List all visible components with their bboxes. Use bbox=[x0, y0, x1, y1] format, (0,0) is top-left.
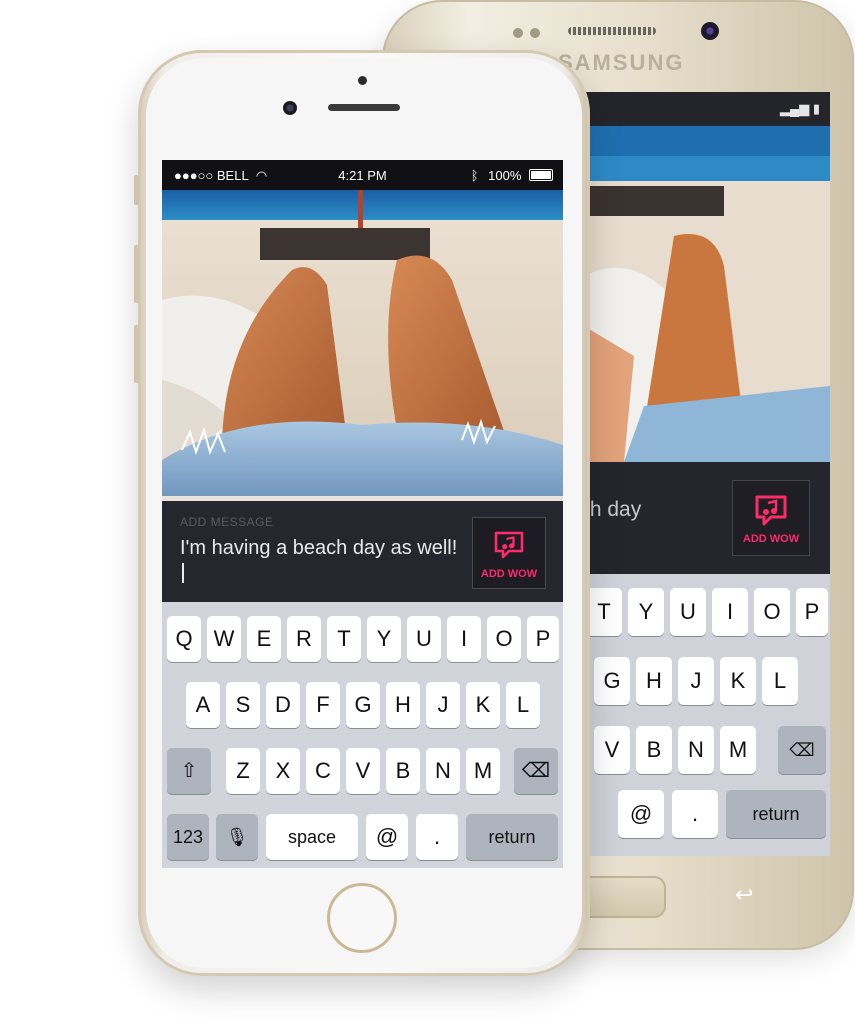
microphone-icon[interactable]: 🎙 bbox=[216, 814, 258, 860]
key-v[interactable]: V bbox=[346, 748, 380, 794]
space-key[interactable]: space bbox=[266, 814, 358, 860]
key-t[interactable]: T bbox=[327, 616, 361, 662]
iphone-home-button[interactable] bbox=[327, 883, 397, 953]
iphone-screen: ●●●○○ BELL ◠ 4:21 PM ᛒ 100% ADD MESSAGE … bbox=[162, 160, 563, 868]
samsung-key[interactable]: T bbox=[586, 588, 622, 636]
key-u[interactable]: U bbox=[407, 616, 441, 662]
message-composer: ADD MESSAGE I'm having a beach day as we… bbox=[162, 501, 563, 602]
music-bubble-icon bbox=[494, 531, 524, 559]
key-x[interactable]: X bbox=[266, 748, 300, 794]
iphone-front-camera-icon bbox=[283, 101, 297, 115]
iphone-volume-up bbox=[134, 245, 139, 303]
samsung-key[interactable]: V bbox=[594, 726, 630, 774]
samsung-key[interactable]: Y bbox=[628, 588, 664, 636]
key-y[interactable]: Y bbox=[367, 616, 401, 662]
key-z[interactable]: Z bbox=[226, 748, 260, 794]
samsung-beach-photo bbox=[584, 126, 830, 462]
key-f[interactable]: F bbox=[306, 682, 340, 728]
battery-icon bbox=[529, 169, 553, 181]
key-q[interactable]: Q bbox=[167, 616, 201, 662]
key-l[interactable]: L bbox=[506, 682, 540, 728]
key-w[interactable]: W bbox=[207, 616, 241, 662]
text-cursor bbox=[182, 563, 184, 583]
key-e[interactable]: E bbox=[247, 616, 281, 662]
key-k[interactable]: K bbox=[466, 682, 500, 728]
battery-group: ᛒ 100% bbox=[471, 168, 553, 183]
key-h[interactable]: H bbox=[386, 682, 420, 728]
iphone-sensor bbox=[358, 76, 367, 85]
message-text: I'm having a beach day as well! bbox=[180, 537, 458, 559]
samsung-message-text[interactable]: th day bbox=[584, 498, 641, 522]
dot-key[interactable]: . bbox=[416, 814, 458, 860]
at-key[interactable]: @ bbox=[366, 814, 408, 860]
backspace-icon[interactable]: ⌫ bbox=[514, 748, 558, 794]
key-m[interactable]: M bbox=[466, 748, 500, 794]
samsung-add-wow-button[interactable]: ADD WOW bbox=[732, 480, 810, 556]
samsung-key[interactable]: M bbox=[720, 726, 756, 774]
key-i[interactable]: I bbox=[447, 616, 481, 662]
samsung-back-icon[interactable]: ↩ bbox=[735, 882, 753, 908]
numbers-key[interactable]: 123 bbox=[167, 814, 209, 860]
samsung-key[interactable]: L bbox=[762, 657, 798, 705]
key-a[interactable]: A bbox=[186, 682, 220, 728]
key-o[interactable]: O bbox=[487, 616, 521, 662]
samsung-screen: ▂▄▆ ▮ th day ADD WOW T Y U I O P G H J K bbox=[584, 92, 830, 856]
samsung-key[interactable]: O bbox=[754, 588, 790, 636]
iphone-mute-switch bbox=[134, 175, 139, 205]
samsung-signal-battery-icon: ▂▄▆ ▮ bbox=[780, 101, 820, 116]
return-key[interactable]: return bbox=[466, 814, 558, 860]
add-message-label: ADD MESSAGE bbox=[180, 515, 274, 529]
samsung-key[interactable]: B bbox=[636, 726, 672, 774]
keyboard: Q W E R T Y U I O P A S D F G H J K L ⇧ … bbox=[162, 602, 563, 868]
key-r[interactable]: R bbox=[287, 616, 321, 662]
samsung-key[interactable]: J bbox=[678, 657, 714, 705]
key-d[interactable]: D bbox=[266, 682, 300, 728]
key-g[interactable]: G bbox=[346, 682, 380, 728]
samsung-key[interactable]: P bbox=[796, 588, 828, 636]
samsung-key-dot[interactable]: . bbox=[672, 790, 718, 838]
samsung-key[interactable]: U bbox=[670, 588, 706, 636]
key-s[interactable]: S bbox=[226, 682, 260, 728]
samsung-status-bar: ▂▄▆ ▮ bbox=[584, 92, 830, 126]
add-wow-label: ADD WOW bbox=[480, 568, 538, 580]
shift-icon[interactable]: ⇧ bbox=[167, 748, 211, 794]
samsung-key[interactable]: H bbox=[636, 657, 672, 705]
battery-percent: 100% bbox=[488, 168, 522, 183]
samsung-brand-logo: SAMSUNG bbox=[558, 50, 685, 75]
samsung-music-bubble-icon bbox=[755, 495, 787, 526]
samsung-home-button[interactable] bbox=[578, 876, 666, 918]
message-input[interactable]: I'm having a beach day as well! bbox=[180, 535, 460, 587]
bluetooth-icon: ᛒ bbox=[470, 168, 479, 183]
samsung-keyboard: T Y U I O P G H J K L V B N M ⌫ @ . retu… bbox=[584, 574, 830, 856]
samsung-key-at[interactable]: @ bbox=[618, 790, 664, 838]
iphone-earpiece bbox=[328, 104, 400, 111]
beach-photo bbox=[162, 190, 563, 501]
samsung-earpiece bbox=[568, 27, 656, 35]
status-bar: ●●●○○ BELL ◠ 4:21 PM ᛒ 100% bbox=[162, 160, 563, 190]
key-c[interactable]: C bbox=[306, 748, 340, 794]
samsung-backspace-icon[interactable]: ⌫ bbox=[778, 726, 826, 774]
key-b[interactable]: B bbox=[386, 748, 420, 794]
samsung-sensors bbox=[513, 25, 547, 43]
key-p[interactable]: P bbox=[527, 616, 559, 662]
add-wow-button[interactable]: ADD WOW bbox=[472, 517, 546, 589]
samsung-message-panel: th day ADD WOW bbox=[584, 462, 830, 574]
samsung-key[interactable]: I bbox=[712, 588, 748, 636]
key-n[interactable]: N bbox=[426, 748, 460, 794]
samsung-key[interactable]: G bbox=[594, 657, 630, 705]
iphone-volume-down bbox=[134, 325, 139, 383]
samsung-key-return[interactable]: return bbox=[726, 790, 826, 838]
samsung-key[interactable]: K bbox=[720, 657, 756, 705]
samsung-key[interactable]: N bbox=[678, 726, 714, 774]
key-j[interactable]: J bbox=[426, 682, 460, 728]
samsung-add-wow-label: ADD WOW bbox=[742, 533, 800, 545]
samsung-front-camera-icon bbox=[701, 22, 719, 40]
